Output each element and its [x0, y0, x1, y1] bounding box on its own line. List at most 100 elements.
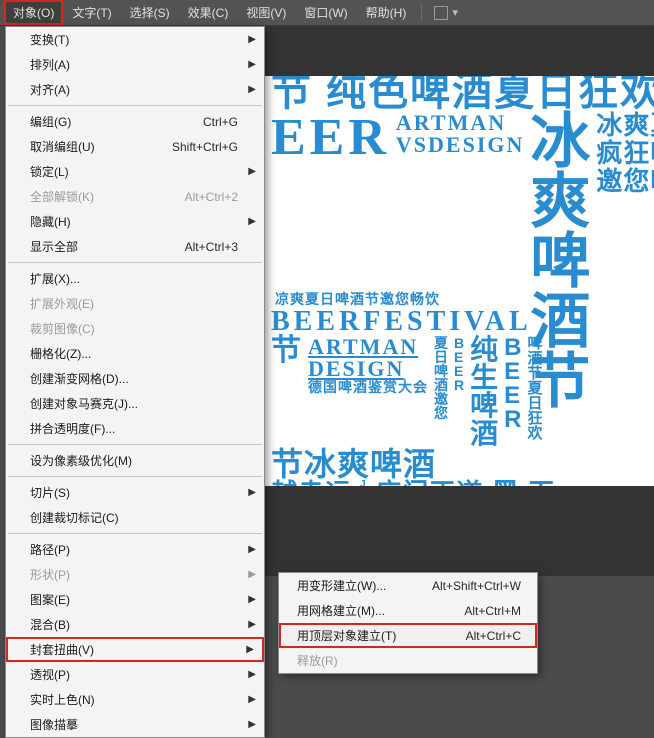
menu-item-label: 形状(P): [30, 566, 70, 583]
menu-item-shortcut: Alt+Ctrl+3: [185, 240, 238, 254]
menu-item-1[interactable]: 排列(A) ▶: [6, 52, 264, 77]
menu-item-31[interactable]: 图像描摹 ▶: [6, 712, 264, 737]
menu-item-label: 创建对象马赛克(J)...: [30, 395, 138, 412]
menu-item-22[interactable]: 创建裁切标记(C): [6, 505, 264, 530]
menu-item-label: 对齐(A): [30, 81, 70, 98]
menu-separator: [8, 262, 262, 263]
submenu-arrow-icon: ▶: [248, 669, 256, 680]
artboard[interactable]: 节 纯色啤酒夏日狂欢 EER ARTMAN VSDESIGN 冰爽啤酒节 冰爽夏…: [265, 76, 654, 486]
menu-item-label: 变换(T): [30, 31, 69, 48]
menu-item-5[interactable]: 取消编组(U) Shift+Ctrl+G: [6, 134, 264, 159]
menu-item-11[interactable]: 扩展(X)...: [6, 266, 264, 291]
menu-item-label: 实时上色(N): [30, 691, 95, 708]
menu-object[interactable]: 对象(O): [4, 0, 63, 25]
menu-separator: [8, 105, 262, 106]
menu-item-label: 创建渐变网格(D)...: [30, 370, 129, 387]
menu-item-label: 图案(E): [30, 591, 70, 608]
menu-type[interactable]: 文字(T): [63, 0, 120, 25]
menu-item-12: 扩展外观(E): [6, 291, 264, 316]
submenu-item-label: 用顶层对象建立(T): [297, 627, 396, 644]
submenu-item-label: 用变形建立(W)...: [297, 577, 386, 594]
submenu-arrow-icon: ▶: [248, 544, 256, 555]
menu-item-label: 图像描摹: [30, 716, 78, 733]
submenu-item-shortcut: Alt+Ctrl+C: [466, 629, 521, 643]
menu-view[interactable]: 视图(V): [237, 0, 295, 25]
submenu-item-1[interactable]: 用网格建立(M)... Alt+Ctrl+M: [279, 598, 537, 623]
menu-item-label: 拼合透明度(F)...: [30, 420, 115, 437]
menu-item-label: 取消编组(U): [30, 138, 95, 155]
menu-item-28[interactable]: 封套扭曲(V) ▶: [6, 637, 264, 662]
submenu-arrow-icon: ▶: [248, 34, 256, 45]
menu-item-label: 切片(S): [30, 484, 70, 501]
submenu-arrow-icon: ▶: [248, 84, 256, 95]
menu-item-16[interactable]: 创建对象马赛克(J)...: [6, 391, 264, 416]
menu-item-label: 封套扭曲(V): [30, 641, 94, 658]
menu-item-17[interactable]: 拼合透明度(F)...: [6, 416, 264, 441]
dropdown-caret-icon: ▾: [452, 6, 458, 19]
submenu-arrow-icon: ▶: [248, 59, 256, 70]
menu-window[interactable]: 窗口(W): [295, 0, 356, 25]
menu-separator: [8, 533, 262, 534]
submenu-item-shortcut: Alt+Shift+Ctrl+W: [432, 579, 521, 593]
menu-effect[interactable]: 效果(C): [179, 0, 238, 25]
menu-item-19[interactable]: 设为像素级优化(M): [6, 448, 264, 473]
menu-item-label: 扩展外观(E): [30, 295, 94, 312]
menu-item-shortcut: Alt+Ctrl+2: [185, 190, 238, 204]
menu-item-label: 栅格化(Z)...: [30, 345, 91, 362]
menubar-separator: [421, 4, 422, 21]
submenu-item-label: 释放(R): [297, 652, 338, 669]
menu-item-label: 裁剪图像(C): [30, 320, 95, 337]
menu-item-8[interactable]: 隐藏(H) ▶: [6, 209, 264, 234]
envelope-distort-submenu: 用变形建立(W)... Alt+Shift+Ctrl+W 用网格建立(M)... Al…: [278, 572, 538, 674]
submenu-arrow-icon: ▶: [248, 487, 256, 498]
menu-select[interactable]: 选择(S): [121, 0, 179, 25]
menu-item-label: 扩展(X)...: [30, 270, 80, 287]
menu-item-15[interactable]: 创建渐变网格(D)...: [6, 366, 264, 391]
menu-item-label: 锁定(L): [30, 163, 69, 180]
menubar: 对象(O) 文字(T) 选择(S) 效果(C) 视图(V) 窗口(W) 帮助(H…: [0, 0, 654, 26]
workspace-icon: [434, 6, 448, 20]
menu-item-13: 裁剪图像(C): [6, 316, 264, 341]
menu-separator: [8, 476, 262, 477]
submenu-arrow-icon: ▶: [248, 719, 256, 730]
menu-item-2[interactable]: 对齐(A) ▶: [6, 77, 264, 102]
menu-help[interactable]: 帮助(H): [357, 0, 416, 25]
menu-item-label: 显示全部: [30, 238, 78, 255]
menu-item-label: 混合(B): [30, 616, 70, 633]
menubar-workspace-switcher[interactable]: ▾: [428, 0, 464, 25]
menu-item-label: 创建裁切标记(C): [30, 509, 119, 526]
menu-item-21[interactable]: 切片(S) ▶: [6, 480, 264, 505]
submenu-item-3: 释放(R): [279, 648, 537, 673]
menu-item-6[interactable]: 锁定(L) ▶: [6, 159, 264, 184]
submenu-item-0[interactable]: 用变形建立(W)... Alt+Shift+Ctrl+W: [279, 573, 537, 598]
submenu-item-shortcut: Alt+Ctrl+M: [464, 604, 521, 618]
menu-item-label: 排列(A): [30, 56, 70, 73]
menu-item-label: 透视(P): [30, 666, 70, 683]
menu-item-24[interactable]: 路径(P) ▶: [6, 537, 264, 562]
submenu-arrow-icon: ▶: [248, 166, 256, 177]
menu-item-9[interactable]: 显示全部 Alt+Ctrl+3: [6, 234, 264, 259]
menu-item-label: 路径(P): [30, 541, 70, 558]
canvas[interactable]: 节 纯色啤酒夏日狂欢 EER ARTMAN VSDESIGN 冰爽啤酒节 冰爽夏…: [265, 26, 654, 576]
menu-item-label: 编组(G): [30, 113, 71, 130]
menu-item-0[interactable]: 变换(T) ▶: [6, 27, 264, 52]
submenu-arrow-icon: ▶: [248, 694, 256, 705]
submenu-arrow-icon: ▶: [248, 569, 256, 580]
menu-item-7: 全部解锁(K)Alt+Ctrl+2: [6, 184, 264, 209]
submenu-arrow-icon: ▶: [246, 644, 254, 655]
object-menu-dropdown: 变换(T) ▶ 排列(A) ▶ 对齐(A) ▶ 编组(G)Ctrl+G 取消编组(U) Shif…: [5, 26, 265, 738]
submenu-item-2[interactable]: 用顶层对象建立(T) Alt+Ctrl+C: [279, 623, 537, 648]
submenu-arrow-icon: ▶: [248, 619, 256, 630]
menu-item-shortcut: Shift+Ctrl+G: [172, 140, 238, 154]
menu-item-26[interactable]: 图案(E)▶: [6, 587, 264, 612]
menu-item-25: 形状(P) ▶: [6, 562, 264, 587]
submenu-item-label: 用网格建立(M)...: [297, 602, 385, 619]
menu-item-29[interactable]: 透视(P) ▶: [6, 662, 264, 687]
menu-item-27[interactable]: 混合(B) ▶: [6, 612, 264, 637]
menu-item-30[interactable]: 实时上色(N) ▶: [6, 687, 264, 712]
menu-item-label: 设为像素级优化(M): [30, 452, 132, 469]
menu-item-14[interactable]: 栅格化(Z)...: [6, 341, 264, 366]
menu-item-label: 隐藏(H): [30, 213, 71, 230]
menu-item-4[interactable]: 编组(G)Ctrl+G: [6, 109, 264, 134]
submenu-arrow-icon: ▶: [248, 216, 256, 227]
